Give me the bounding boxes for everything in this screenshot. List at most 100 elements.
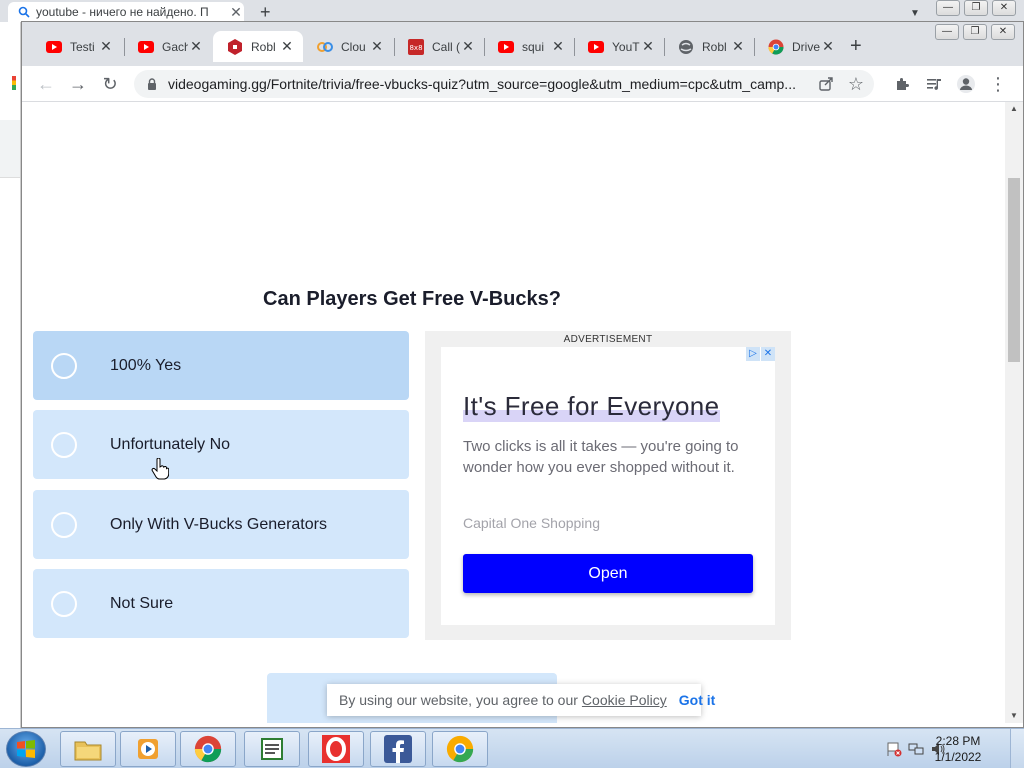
cookie-text: By using our website, you agree to our xyxy=(339,692,578,708)
clock-date: 1/1/2022 xyxy=(934,750,982,764)
ad-creative[interactable]: ▷ ✕ It's Free for Everyone Two clicks is… xyxy=(441,347,775,625)
youtube-icon xyxy=(46,39,62,55)
tab-label: Gach xyxy=(162,39,188,54)
restore-button[interactable]: ❐ xyxy=(963,24,987,40)
tab-6[interactable]: squi ✕ xyxy=(484,31,574,62)
network-icon[interactable] xyxy=(908,741,924,757)
answer-option-4[interactable]: Not Sure xyxy=(33,569,409,638)
close-icon[interactable]: ✕ xyxy=(640,38,656,55)
youtube-icon xyxy=(588,39,604,55)
close-icon[interactable]: ✕ xyxy=(730,38,746,55)
hand-pointer-cursor-icon xyxy=(151,458,169,480)
background-tab-strip: youtube - ничего не найдено. П ✕ + ▼ — ❐… xyxy=(0,0,1024,22)
facebook-icon xyxy=(384,735,412,763)
share-icon[interactable] xyxy=(818,76,834,92)
cookie-policy-link[interactable]: Cookie Policy xyxy=(582,692,667,708)
taskbar-facebook[interactable] xyxy=(370,731,426,767)
show-desktop-button[interactable] xyxy=(1010,729,1024,768)
tab-label: Clou xyxy=(341,39,366,54)
taskbar-notepad[interactable] xyxy=(244,731,300,767)
scroll-down-arrow-icon[interactable]: ▼ xyxy=(1005,709,1023,723)
taskbar-file-explorer[interactable] xyxy=(60,731,116,767)
cloud-icon xyxy=(317,39,333,55)
new-tab-button[interactable]: + xyxy=(850,36,862,56)
close-icon[interactable]: ✕ xyxy=(369,38,385,55)
tab-7[interactable]: YouT ✕ xyxy=(574,31,664,62)
ad-close-icon[interactable]: ✕ xyxy=(761,347,775,361)
lock-icon[interactable] xyxy=(146,78,158,90)
restore-button[interactable]: ❐ xyxy=(964,0,988,16)
scroll-up-arrow-icon[interactable]: ▲ xyxy=(1005,102,1023,116)
tab-search-dropdown-icon[interactable]: ▼ xyxy=(910,8,920,19)
bookmark-star-icon[interactable]: ☆ xyxy=(848,74,864,94)
close-icon[interactable]: ✕ xyxy=(550,38,566,55)
answer-label: Only With V-Bucks Generators xyxy=(110,515,327,533)
browser-toolbar: ← → ↻ videogaming.gg/Fortnite/trivia/fre… xyxy=(22,66,1023,102)
radio-icon[interactable] xyxy=(51,352,77,379)
quiz-question: Can Players Get Free V-Bucks? xyxy=(263,288,561,310)
close-icon[interactable]: ✕ xyxy=(188,38,204,55)
answer-option-1[interactable]: 100% Yes xyxy=(33,331,409,400)
back-button[interactable]: ← xyxy=(36,74,56,94)
background-tab[interactable]: youtube - ничего не найдено. П ✕ xyxy=(8,2,244,22)
vertical-scrollbar[interactable]: ▲ ▼ xyxy=(1005,102,1023,723)
taskbar-media-player[interactable] xyxy=(120,731,176,767)
url-text[interactable]: videogaming.gg/Fortnite/trivia/free-vbuc… xyxy=(168,76,818,92)
tab-3-active[interactable]: Robl ✕ xyxy=(213,31,303,62)
scrollbar-thumb[interactable] xyxy=(1008,178,1020,362)
tab-2[interactable]: Gach ✕ xyxy=(124,31,212,62)
forward-button[interactable]: → xyxy=(68,74,88,94)
answer-option-2[interactable]: Unfortunately No xyxy=(33,410,409,479)
cookie-accept-button[interactable]: Got it xyxy=(679,692,716,708)
taskbar-chrome-canary[interactable] xyxy=(432,731,488,767)
media-queue-icon[interactable] xyxy=(924,74,944,94)
close-icon[interactable]: ✕ xyxy=(228,4,244,21)
opera-icon xyxy=(322,735,350,763)
file-explorer-icon xyxy=(74,741,102,761)
close-window-button[interactable]: ✕ xyxy=(991,24,1015,40)
close-icon[interactable]: ✕ xyxy=(460,38,476,55)
minimize-button[interactable]: — xyxy=(936,0,960,16)
ad-headline: It's Free for Everyone xyxy=(463,391,720,422)
address-bar[interactable]: videogaming.gg/Fortnite/trivia/free-vbuc… xyxy=(134,70,874,98)
answer-label: 100% Yes xyxy=(110,356,182,374)
svg-text:8x8: 8x8 xyxy=(409,44,422,52)
chrome-icon xyxy=(768,39,784,55)
youtube-icon xyxy=(498,39,514,55)
close-icon[interactable]: ✕ xyxy=(820,38,836,55)
start-button[interactable] xyxy=(6,731,46,767)
extensions-puzzle-icon[interactable] xyxy=(892,74,912,94)
profile-avatar-icon[interactable] xyxy=(956,74,976,94)
tab-label: Drive xyxy=(792,39,820,54)
tab-label: Robl xyxy=(702,39,727,54)
radio-icon[interactable] xyxy=(51,511,77,538)
radio-icon[interactable] xyxy=(51,590,77,617)
taskbar-chrome[interactable] xyxy=(180,731,236,767)
windows-taskbar: 2:28 PM 1/1/2022 xyxy=(0,728,1024,768)
ad-open-button[interactable]: Open xyxy=(463,554,753,593)
radio-icon[interactable] xyxy=(51,431,77,458)
cookie-banner: By using our website, you agree to our C… xyxy=(327,684,715,716)
chrome-icon xyxy=(194,735,222,763)
roblox-icon xyxy=(227,38,243,55)
tab-5[interactable]: 8x8 Call ( ✕ xyxy=(394,31,484,62)
close-icon[interactable]: ✕ xyxy=(98,38,114,55)
chrome-menu-icon[interactable]: ⋮ xyxy=(988,74,1008,94)
answer-label: Not Sure xyxy=(110,594,174,612)
close-icon[interactable]: ✕ xyxy=(279,38,295,55)
tab-1[interactable]: Testi ✕ xyxy=(32,31,122,62)
reload-button[interactable]: ↻ xyxy=(100,74,120,94)
youtube-icon xyxy=(138,39,154,55)
adchoices-icon[interactable]: ▷ xyxy=(746,347,760,361)
tab-label: squi xyxy=(522,39,545,54)
close-window-button[interactable]: ✕ xyxy=(992,0,1016,16)
action-center-flag-icon[interactable] xyxy=(886,741,902,757)
answer-option-3[interactable]: Only With V-Bucks Generators xyxy=(33,490,409,559)
tab-4[interactable]: Clou ✕ xyxy=(303,31,393,62)
taskbar-opera[interactable] xyxy=(308,731,364,767)
tab-9[interactable]: Drive ✕ xyxy=(754,31,844,62)
tab-8[interactable]: Robl ✕ xyxy=(664,31,754,62)
system-clock[interactable]: 2:28 PM 1/1/2022 xyxy=(928,733,988,765)
new-tab-button[interactable]: + xyxy=(260,2,271,23)
minimize-button[interactable]: — xyxy=(935,24,959,40)
